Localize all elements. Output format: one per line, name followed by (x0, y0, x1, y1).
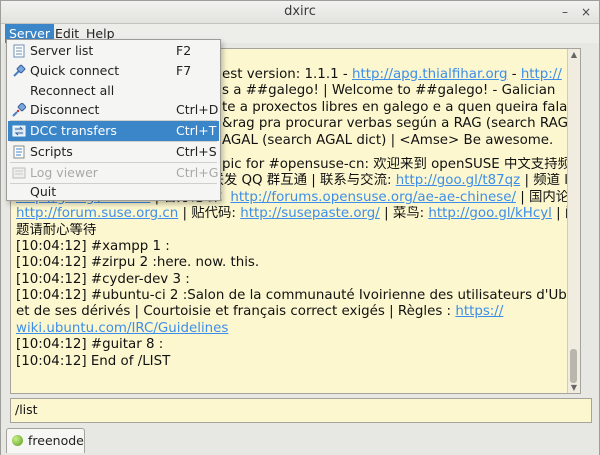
chat-link[interactable]: http:// (521, 67, 562, 82)
chat-line: 题请耐心等待 (16, 222, 97, 238)
command-input[interactable] (11, 399, 579, 420)
window-title: dxirc (284, 4, 316, 19)
scroll-thumb[interactable] (570, 349, 577, 383)
chat-link[interactable]: http://forums.opensuse.org/ae-ae-chinese… (230, 190, 516, 205)
plug-connect-icon (13, 64, 26, 77)
log-viewer-icon (12, 167, 26, 179)
chat-line: http://forum.suse.org.cn | 贴代码: http://s… (16, 206, 576, 222)
minimize-button[interactable]: – (558, 5, 572, 19)
chat-link[interactable]: http://apg.thialfihar.org (352, 67, 508, 82)
close-button[interactable]: × (579, 5, 593, 19)
chat-line: [10:04:12] #cyder-dev 3 : (16, 271, 190, 287)
server-menu-dropdown: Server list F2 Quick connect F7 Reconnect … (6, 39, 221, 201)
command-input-box[interactable] (10, 398, 592, 423)
chat-line: [10:04:12] #zirpu 2 :here. now. this. (16, 255, 260, 271)
scroll-up-arrow-icon[interactable]: ▲ (568, 50, 580, 59)
menu-item-quick-connect[interactable]: Quick connect F7 (8, 61, 219, 81)
chat-line: [10:04:12] #ubuntu-ci 2 :Salon de la com… (16, 288, 576, 304)
menu-item-log-viewer[interactable]: Log viewer Ctrl+G (8, 163, 219, 183)
tab-label: freenode (28, 433, 84, 448)
chat-line: wiki.ubuntu.com/IRC/Guidelines (16, 321, 576, 337)
scroll-down-arrow-icon[interactable]: ▼ (568, 383, 580, 392)
app-window: dxirc – × Server Edit Help est version: … (0, 0, 600, 455)
chat-link[interactable]: http://susepaste.org/ (240, 206, 380, 221)
chat-link[interactable]: http://goo.gl/t87qz (396, 173, 520, 188)
menu-item-dcc-transfers[interactable]: DCC transfers Ctrl+T (8, 121, 219, 141)
tab-bar: freenode (1, 426, 599, 455)
chat-link[interactable]: wiki.ubuntu.com/IRC/Guidelines (16, 321, 228, 336)
menu-item-quit[interactable]: Quit (8, 184, 219, 199)
transfer-icon (12, 125, 26, 137)
chat-link[interactable]: http://forum.suse.org.cn (16, 206, 178, 221)
menu-item-scripts[interactable]: Scripts Ctrl+S (8, 142, 219, 162)
tab-freenode[interactable]: freenode (6, 428, 85, 453)
server-list-icon (13, 44, 25, 58)
menu-item-server-list[interactable]: Server list F2 (8, 41, 219, 61)
chat-line: [10:04:12] #xampp 1 : (16, 238, 170, 254)
chat-link[interactable]: http://goo.gl/kHcyl (428, 206, 552, 221)
chat-line: [10:04:12] End of /LIST (16, 353, 171, 369)
chat-link[interactable]: https:// (455, 304, 503, 319)
chat-line: et de ses dérivés | Courtoisie et frança… (16, 304, 504, 320)
chat-line: [10:04:12] #guitar 8 : (16, 337, 164, 353)
script-icon (13, 145, 25, 159)
server-status-icon (12, 435, 23, 446)
menu-item-disconnect[interactable]: Disconnect Ctrl+D (8, 100, 219, 120)
chat-scrollbar[interactable]: ▲ ▼ (567, 49, 580, 393)
plug-disconnect-icon (12, 103, 26, 117)
menu-item-reconnect-all[interactable]: Reconnect all (8, 81, 219, 101)
title-bar: dxirc – × (1, 1, 599, 24)
